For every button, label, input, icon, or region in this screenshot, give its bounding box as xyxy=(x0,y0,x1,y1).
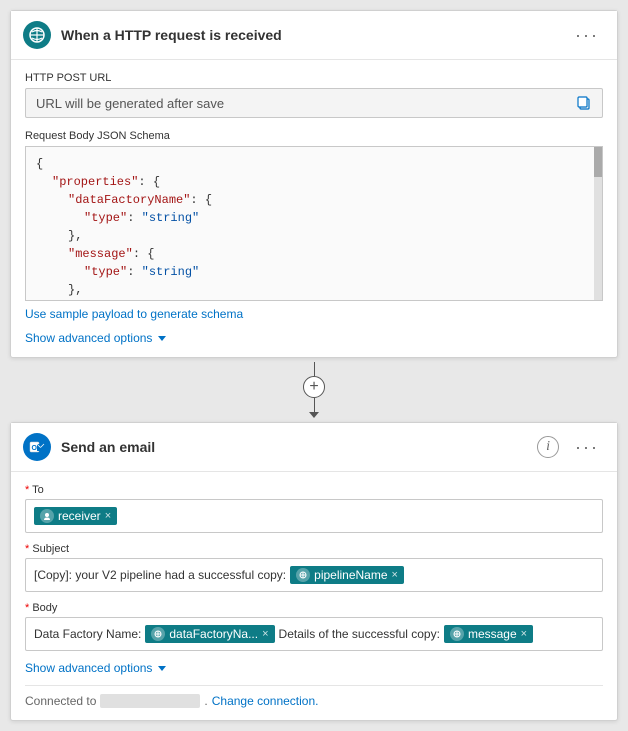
connected-label: Connected to xyxy=(25,694,96,708)
data-factory-token-close[interactable]: × xyxy=(262,628,268,640)
connector-line-bottom xyxy=(314,398,315,412)
message-token-close[interactable]: × xyxy=(521,628,527,640)
message-token-icon xyxy=(450,627,464,641)
page-wrapper: When a HTTP request is received ··· HTTP… xyxy=(10,10,618,721)
pipeline-token-label: pipelineName xyxy=(314,568,387,582)
email-advanced-options[interactable]: Show advanced options xyxy=(25,661,603,675)
data-icon xyxy=(299,571,307,579)
email-menu-button[interactable]: ··· xyxy=(569,435,605,460)
trigger-menu-button[interactable]: ··· xyxy=(569,23,605,48)
change-connection-link[interactable]: Change connection. xyxy=(212,694,319,708)
email-card-body: To receiver × Su xyxy=(11,472,617,720)
message-token-label: message xyxy=(468,627,517,641)
outlook-logo-icon: O xyxy=(29,439,45,455)
receiver-token-close[interactable]: × xyxy=(105,510,111,522)
url-text: URL will be generated after save xyxy=(36,96,576,111)
sample-payload-link[interactable]: Use sample payload to generate schema xyxy=(25,307,243,321)
pipeline-name-token: pipelineName × xyxy=(290,566,404,584)
add-step-button[interactable]: + xyxy=(303,376,325,398)
trigger-icon xyxy=(23,21,51,49)
url-field: URL will be generated after save xyxy=(25,88,603,118)
connected-separator: . xyxy=(204,694,207,708)
svg-text:O: O xyxy=(32,445,38,452)
schema-label: Request Body JSON Schema xyxy=(25,130,603,142)
trigger-card-header: When a HTTP request is received ··· xyxy=(11,11,617,60)
to-label: To xyxy=(25,484,603,496)
outlook-icon: O xyxy=(23,433,51,461)
email-card-title: Send an email xyxy=(61,439,527,455)
trigger-advanced-options[interactable]: Show advanced options xyxy=(25,331,603,345)
trigger-card-body: HTTP POST URL URL will be generated afte… xyxy=(11,60,617,357)
copy-button[interactable] xyxy=(576,95,592,111)
info-button[interactable]: i xyxy=(537,436,559,458)
connector-line-top xyxy=(314,362,315,376)
body-text2: Details of the successful copy: xyxy=(279,627,440,641)
receiver-token: receiver × xyxy=(34,507,117,525)
plus-icon: + xyxy=(309,378,318,396)
data-factory-token-label: dataFactoryNa... xyxy=(169,627,258,641)
http-icon xyxy=(29,27,45,43)
receiver-token-icon xyxy=(40,509,54,523)
trigger-card-title: When a HTTP request is received xyxy=(61,27,559,43)
trigger-card: When a HTTP request is received ··· HTTP… xyxy=(10,10,618,358)
factory-icon xyxy=(154,630,162,638)
subject-field-row: Subject [Copy]: your V2 pipeline had a s… xyxy=(25,543,603,592)
schema-editor[interactable]: { "properties": { "dataFactoryName": { "… xyxy=(25,146,603,301)
message-icon xyxy=(453,630,461,638)
connector: + xyxy=(303,358,325,422)
subject-prefix-text: [Copy]: your V2 pipeline had a successfu… xyxy=(34,568,286,582)
connection-name-box xyxy=(100,694,200,708)
message-token: message × xyxy=(444,625,533,643)
body-field-row: Body Data Factory Name: dataFactoryNa... xyxy=(25,602,603,651)
trigger-advanced-chevron-icon xyxy=(158,336,166,341)
body-text1: Data Factory Name: xyxy=(34,627,141,641)
data-factory-token-icon xyxy=(151,627,165,641)
subject-input[interactable]: [Copy]: your V2 pipeline had a successfu… xyxy=(25,558,603,592)
connector-arrow-icon xyxy=(309,412,319,418)
pipeline-token-icon xyxy=(296,568,310,582)
body-label: Body xyxy=(25,602,603,614)
data-factory-token: dataFactoryNa... × xyxy=(145,625,274,643)
email-card: O Send an email i ··· To xyxy=(10,422,618,721)
pipeline-token-close[interactable]: × xyxy=(392,569,398,581)
copy-icon xyxy=(576,95,592,111)
to-input[interactable]: receiver × xyxy=(25,499,603,533)
email-advanced-chevron-icon xyxy=(158,666,166,671)
schema-scrollbar-thumb[interactable] xyxy=(594,147,602,177)
connected-section: Connected to . Change connection. xyxy=(25,685,603,708)
trigger-advanced-label: Show advanced options xyxy=(25,331,152,345)
to-field-row: To receiver × xyxy=(25,484,603,533)
email-card-header: O Send an email i ··· xyxy=(11,423,617,472)
subject-label: Subject xyxy=(25,543,603,555)
email-advanced-label: Show advanced options xyxy=(25,661,152,675)
body-input[interactable]: Data Factory Name: dataFactoryNa... × xyxy=(25,617,603,651)
http-post-url-label: HTTP POST URL xyxy=(25,72,603,84)
person-icon xyxy=(43,512,51,520)
receiver-token-label: receiver xyxy=(58,509,101,523)
schema-scrollbar[interactable] xyxy=(594,147,602,300)
